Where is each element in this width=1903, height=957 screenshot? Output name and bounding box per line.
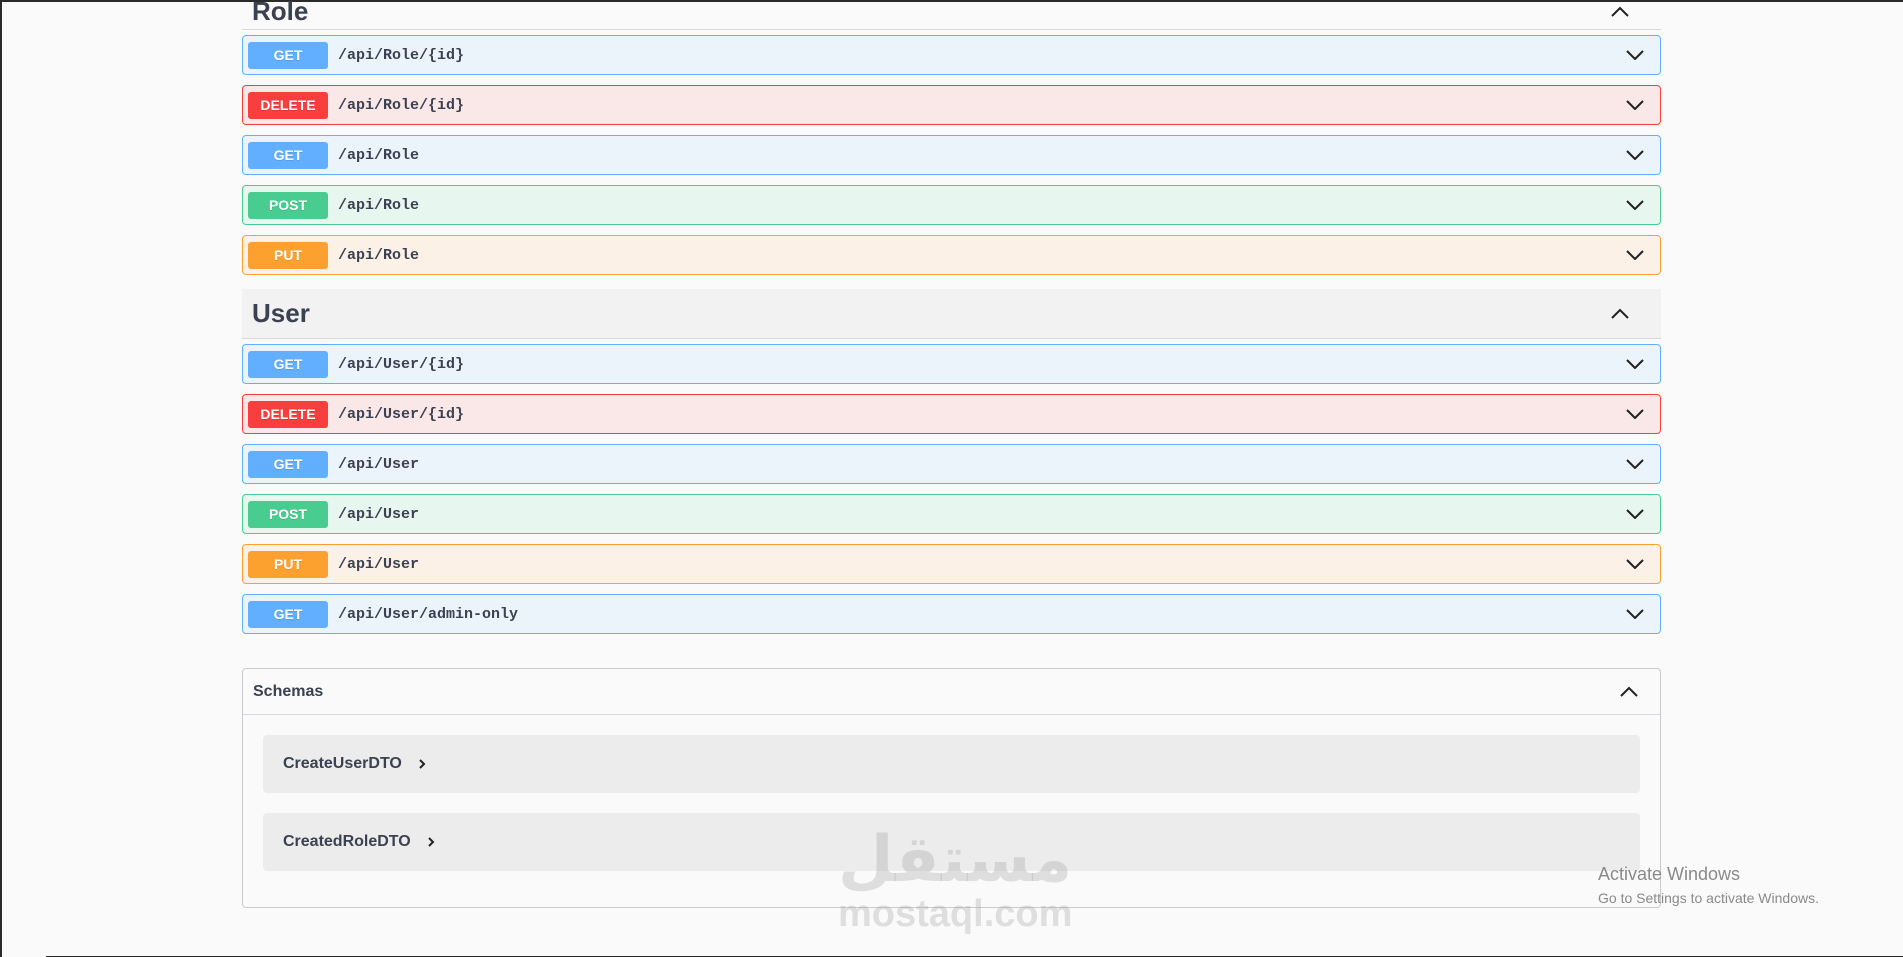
chevron-down-icon[interactable]	[1623, 193, 1647, 217]
tag-header-user[interactable]: User	[242, 289, 1661, 339]
activate-windows-subtitle: Go to Settings to activate Windows.	[1598, 890, 1819, 906]
chevron-up-icon[interactable]	[1603, 302, 1637, 326]
operation-path: /api/User	[338, 555, 420, 573]
method-badge: PUT	[248, 550, 328, 578]
operation-get-user-admin-only[interactable]: GET /api/User/admin-only	[242, 594, 1661, 634]
mostaql-watermark: مستقل mostaql.com	[838, 823, 1073, 935]
operation-get-user-id[interactable]: GET /api/User/{id}	[242, 344, 1661, 384]
operation-path: /api/Role	[338, 146, 420, 164]
chevron-right-icon[interactable]	[418, 757, 432, 771]
method-badge: GET	[248, 141, 328, 169]
chevron-down-icon[interactable]	[1623, 243, 1647, 267]
tag-title: Role	[252, 0, 309, 26]
chevron-right-icon[interactable]	[427, 835, 441, 849]
method-badge: GET	[248, 41, 328, 69]
schema-name: CreateUserDTO	[283, 755, 402, 772]
operation-post-user[interactable]: POST /api/User	[242, 494, 1661, 534]
operation-put-user[interactable]: PUT /api/User	[242, 544, 1661, 584]
watermark-latin: mostaql.com	[838, 893, 1073, 935]
operation-path: /api/User/admin-only	[338, 605, 519, 623]
tag-header-role[interactable]: Role	[242, 0, 1661, 30]
chevron-up-icon[interactable]	[1612, 680, 1646, 704]
swagger-main: Role GET /api/Role/{id} DELETE /api/Role…	[242, 0, 1661, 908]
operation-delete-role-id[interactable]: DELETE /api/Role/{id}	[242, 85, 1661, 125]
chevron-down-icon[interactable]	[1623, 143, 1647, 167]
tag-title: User	[252, 298, 310, 328]
method-badge: GET	[248, 350, 328, 378]
chevron-up-icon[interactable]	[1603, 0, 1637, 24]
activate-windows-title: Activate Windows	[1598, 864, 1741, 884]
chevron-down-icon[interactable]	[1623, 93, 1647, 117]
chevron-down-icon[interactable]	[1623, 402, 1647, 426]
activate-windows-notice: Activate Windows Go to Settings to activ…	[1598, 864, 1819, 906]
method-badge: GET	[248, 450, 328, 478]
operation-path: /api/User	[338, 505, 420, 523]
schemas-header[interactable]: Schemas	[243, 669, 1660, 715]
method-badge: DELETE	[248, 91, 328, 119]
operation-path: /api/User	[338, 455, 420, 473]
chevron-down-icon[interactable]	[1623, 352, 1647, 376]
schemas-title: Schemas	[253, 682, 324, 700]
operation-put-role[interactable]: PUT /api/Role	[242, 235, 1661, 275]
watermark-arabic: مستقل	[838, 823, 1073, 897]
operation-get-role[interactable]: GET /api/Role	[242, 135, 1661, 175]
operation-post-role[interactable]: POST /api/Role	[242, 185, 1661, 225]
operation-get-role-id[interactable]: GET /api/Role/{id}	[242, 35, 1661, 75]
method-badge: DELETE	[248, 400, 328, 428]
operation-path: /api/Role/{id}	[338, 96, 465, 114]
chevron-down-icon[interactable]	[1623, 43, 1647, 67]
method-badge: POST	[248, 500, 328, 528]
operation-path: /api/Role	[338, 246, 420, 264]
method-badge: POST	[248, 191, 328, 219]
operation-path: /api/Role/{id}	[338, 46, 465, 64]
operation-get-user[interactable]: GET /api/User	[242, 444, 1661, 484]
schema-item-create-user-dto[interactable]: CreateUserDTO	[263, 735, 1640, 793]
chevron-down-icon[interactable]	[1623, 552, 1647, 576]
operation-path: /api/User/{id}	[338, 405, 465, 423]
chevron-down-icon[interactable]	[1623, 452, 1647, 476]
operation-delete-user-id[interactable]: DELETE /api/User/{id}	[242, 394, 1661, 434]
schema-name: CreatedRoleDTO	[283, 833, 411, 850]
chevron-down-icon[interactable]	[1623, 502, 1647, 526]
method-badge: PUT	[248, 241, 328, 269]
operation-path: /api/User/{id}	[338, 355, 465, 373]
method-badge: GET	[248, 600, 328, 628]
chevron-down-icon[interactable]	[1623, 602, 1647, 626]
operation-path: /api/Role	[338, 196, 420, 214]
